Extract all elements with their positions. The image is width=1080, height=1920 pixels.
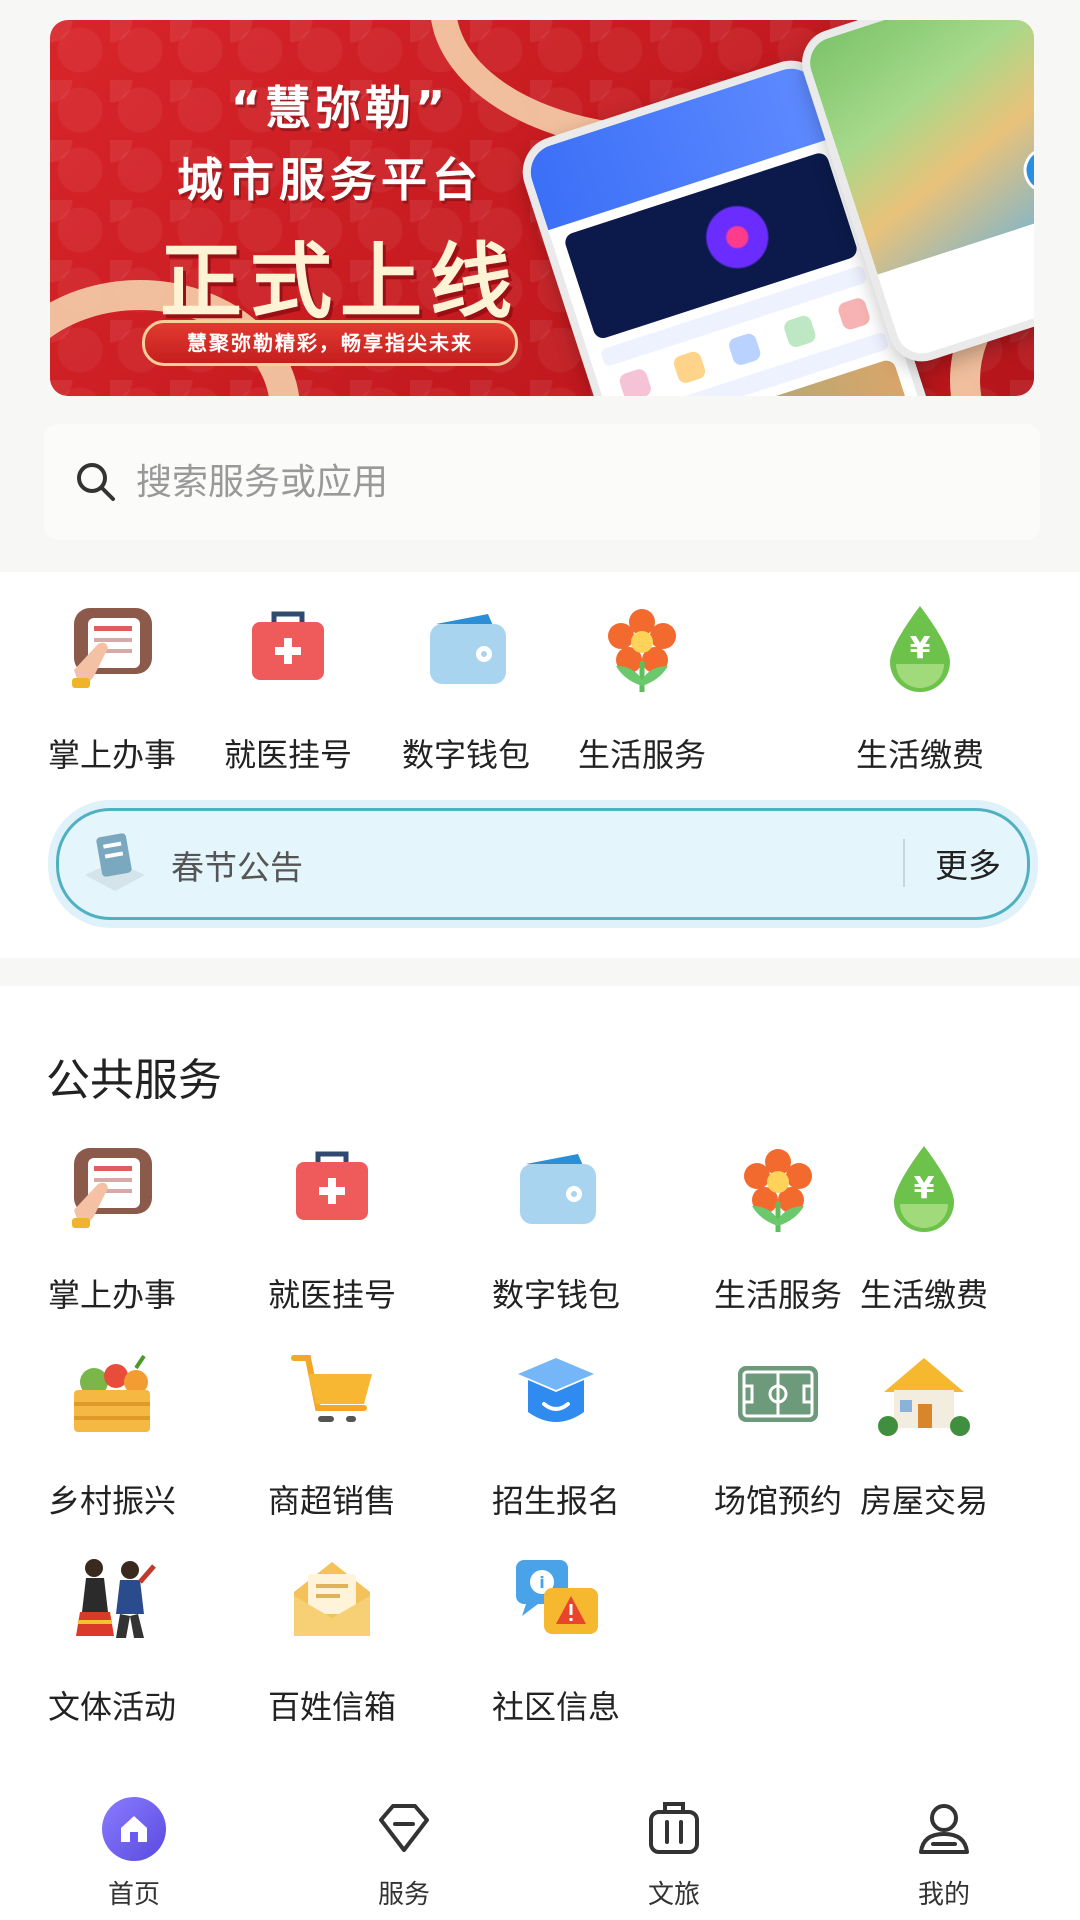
service-item-label: 数字钱包 [491, 1276, 620, 1314]
quick-item-label: 生活缴费 [855, 736, 984, 774]
graduation-cap-icon [518, 1358, 594, 1422]
service-item-housing[interactable]: 房屋交易 [824, 1346, 1024, 1522]
service-item-label: 社区信息 [491, 1688, 620, 1726]
svg-text:¥: ¥ [914, 1171, 935, 1206]
service-item-wallet[interactable]: 数字钱包 [456, 1140, 656, 1316]
quick-item-label: 就医挂号 [223, 736, 352, 774]
search-input[interactable] [134, 460, 998, 504]
search-icon [77, 463, 115, 501]
quick-item-life-service[interactable]: 生活服务 [542, 600, 742, 776]
yuan-drop-icon: ¥ [890, 606, 950, 692]
tab-label: 服务 [377, 1880, 430, 1910]
svg-text:i: i [539, 1573, 544, 1592]
service-item-label: 商超销售 [267, 1482, 396, 1520]
stadium-field-icon [738, 1366, 818, 1422]
svg-text:¥: ¥ [910, 631, 931, 666]
tab-label: 我的 [917, 1880, 970, 1910]
yuan-drop-icon: ¥ [894, 1146, 954, 1232]
quick-item-handle-affairs[interactable]: 掌上办事 [12, 600, 212, 776]
banner-headline: 正式上线 [159, 235, 520, 330]
quick-item-label: 数字钱包 [401, 736, 530, 774]
tab-label: 首页 [107, 1880, 160, 1910]
quick-item-label: 掌上办事 [47, 736, 176, 774]
service-item-label: 房屋交易 [859, 1482, 988, 1520]
service-item-culture-sports[interactable]: 文体活动 [12, 1552, 212, 1728]
medical-kit-icon [252, 611, 324, 680]
service-item-medical[interactable]: 就医挂号 [232, 1140, 432, 1316]
search-bar[interactable] [44, 424, 1040, 540]
service-item-label: 招生报名 [491, 1482, 620, 1520]
shopping-cart-icon [291, 1355, 372, 1422]
banner-quote: “慧弥勒” [230, 81, 450, 135]
wallet-icon [520, 1154, 596, 1224]
service-item-label: 就医挂号 [267, 1276, 396, 1314]
tab-home[interactable]: 首页 [64, 1796, 204, 1911]
service-item-supermarket[interactable]: 商超销售 [232, 1346, 432, 1522]
tab-profile[interactable]: 我的 [874, 1796, 1014, 1911]
flower-icon [744, 1149, 812, 1232]
service-item-label: 生活缴费 [859, 1276, 988, 1314]
medical-kit-icon [296, 1151, 368, 1220]
public-services-panel: 公共服务 掌上办事 就医挂号 数字钱包 生活服务 ¥ 生活缴费 乡村振兴 商超销… [0, 986, 1080, 1786]
tab-culture-travel[interactable]: 文旅 [604, 1796, 744, 1911]
home-icon [102, 1797, 166, 1861]
banner-slogan: 慧聚弥勒精彩，畅享指尖未来 [142, 320, 518, 366]
service-item-handle-affairs[interactable]: 掌上办事 [12, 1140, 212, 1316]
service-item-label: 乡村振兴 [47, 1482, 176, 1520]
quick-access-panel: 掌上办事 就医挂号 数字钱包 生活服务 ¥ 生活缴费 春节公告 更多 [0, 572, 1080, 958]
section-title: 公共服务 [46, 1055, 222, 1106]
service-item-mailbox[interactable]: 百姓信箱 [232, 1552, 432, 1728]
diamond-service-icon [379, 1804, 429, 1852]
quick-item-payment[interactable]: ¥ 生活缴费 [820, 600, 1020, 776]
tab-label: 文旅 [647, 1880, 700, 1910]
tab-services[interactable]: 服务 [334, 1796, 474, 1911]
hand-document-icon [72, 1148, 152, 1228]
service-item-payment[interactable]: ¥ 生活缴费 [824, 1140, 1024, 1316]
quick-item-wallet[interactable]: 数字钱包 [366, 600, 566, 776]
luggage-icon [649, 1802, 699, 1854]
quick-item-label: 生活服务 [577, 736, 706, 774]
notice-text: 春节公告 [171, 848, 303, 887]
notice-more-link[interactable]: 更多 [935, 839, 1001, 887]
user-icon [919, 1804, 969, 1854]
bottom-tab-bar: 首页 服务 文旅 我的 [0, 1782, 1080, 1920]
hand-document-icon [72, 608, 152, 688]
info-alert-icon: i [516, 1560, 598, 1634]
notice-bar[interactable]: 春节公告 更多 [56, 808, 1030, 920]
quick-item-medical[interactable]: 就医挂号 [188, 600, 388, 776]
house-icon [878, 1358, 970, 1436]
dancers-icon [76, 1559, 156, 1638]
wallet-icon [430, 614, 506, 684]
service-item-enrollment[interactable]: 招生报名 [456, 1346, 656, 1522]
notice-icon [85, 833, 145, 891]
service-item-label: 百姓信箱 [267, 1688, 396, 1726]
produce-crate-icon [74, 1354, 150, 1432]
notice-divider [903, 839, 905, 887]
promo-banner[interactable]: “慧弥勒” 城市服务平台 正式上线 慧聚弥勒精彩，畅享指尖未来 [50, 20, 1034, 396]
service-item-rural[interactable]: 乡村振兴 [12, 1346, 212, 1522]
service-item-label: 文体活动 [47, 1688, 176, 1726]
envelope-icon [294, 1562, 370, 1636]
service-item-label: 掌上办事 [47, 1276, 176, 1314]
banner-subtitle: 城市服务平台 [177, 153, 483, 207]
flower-icon [608, 609, 676, 692]
service-item-community[interactable]: i 社区信息 [456, 1552, 656, 1728]
